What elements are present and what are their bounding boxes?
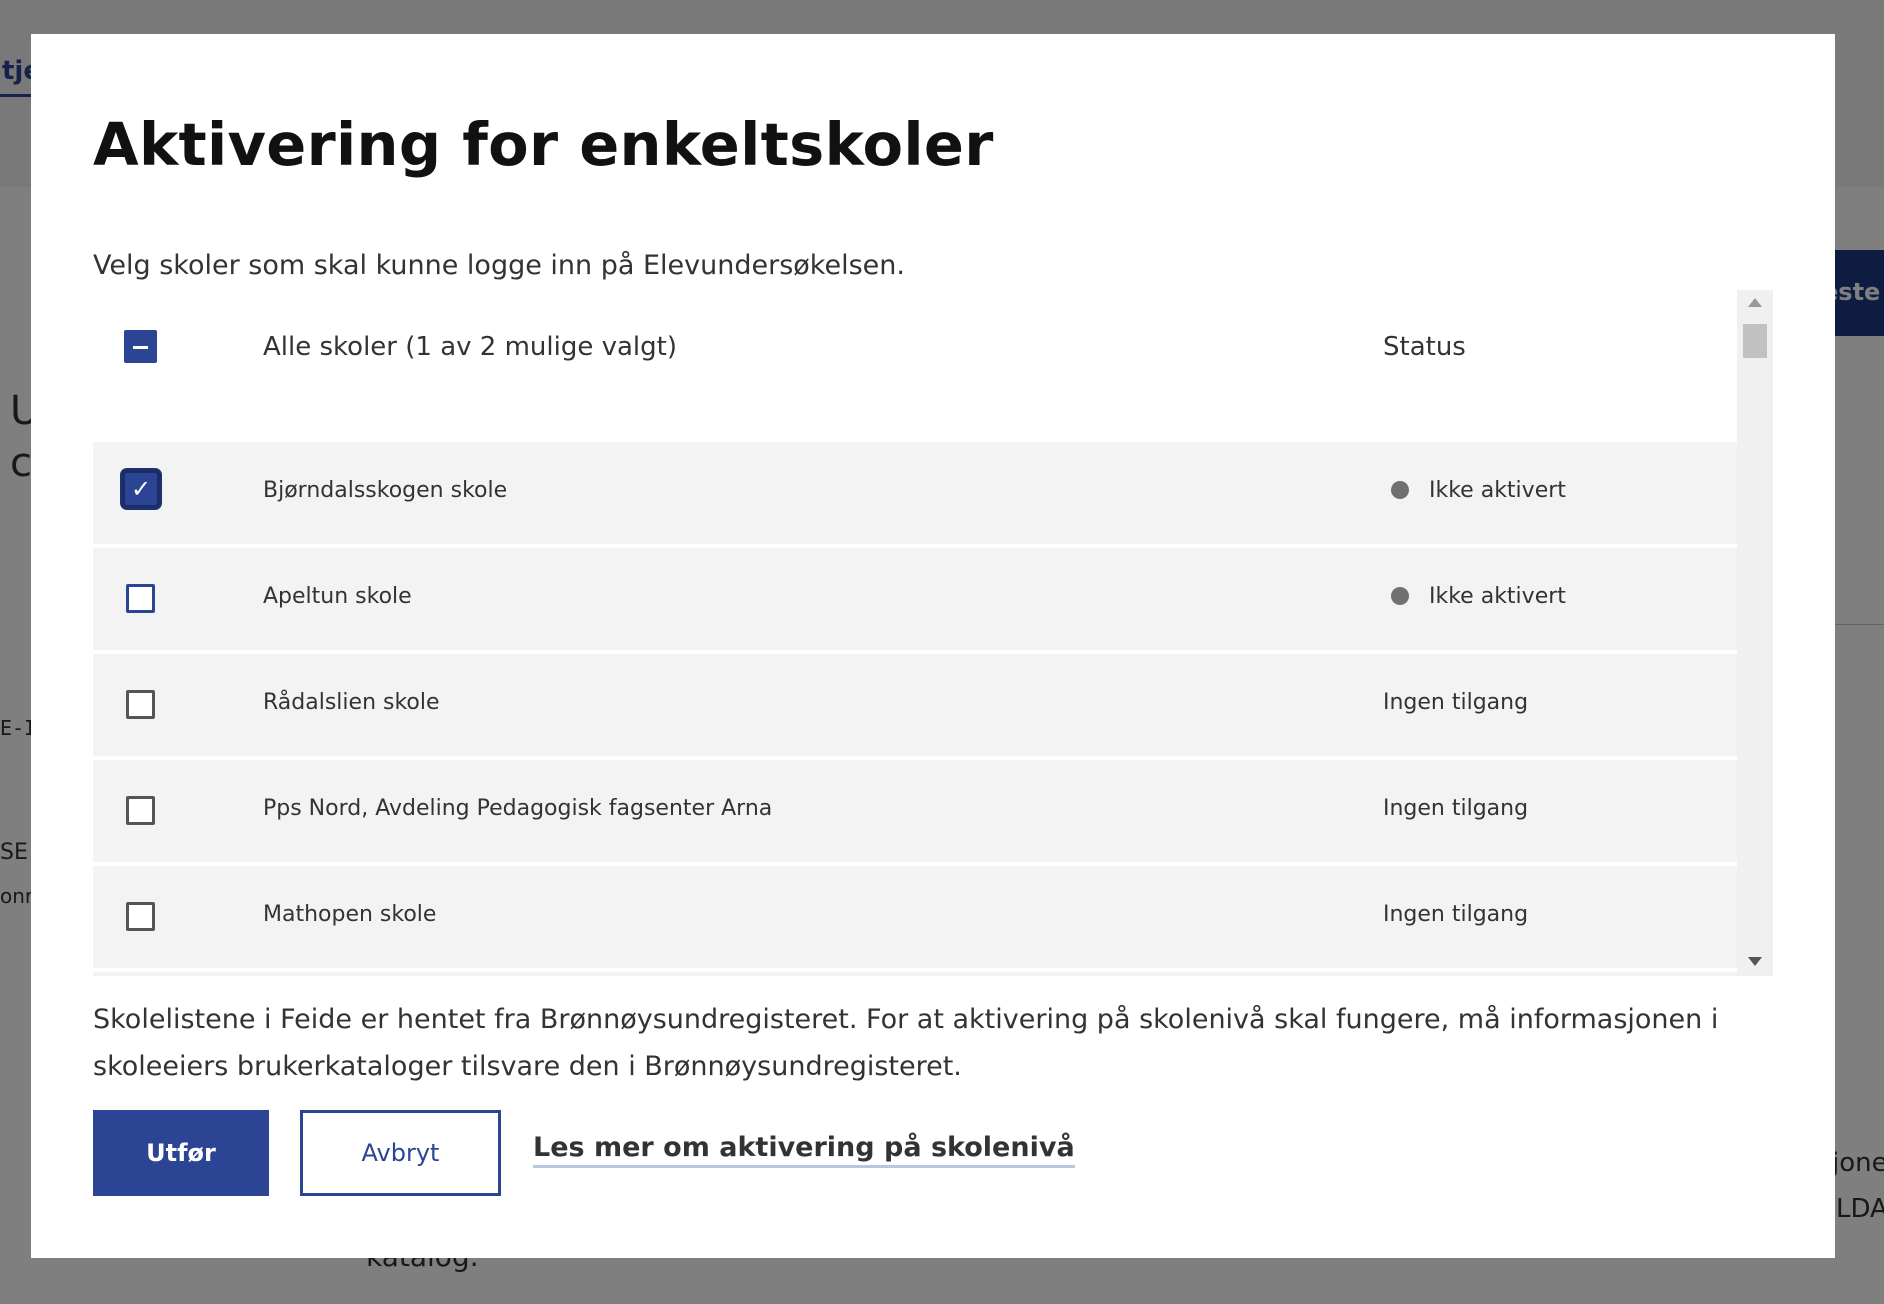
- execute-button[interactable]: Utfør: [93, 1110, 269, 1196]
- school-checkbox[interactable]: [126, 902, 155, 931]
- dialog-intro-text: Velg skoler som skal kunne logge inn på …: [93, 250, 905, 281]
- table-scrollbar[interactable]: [1737, 290, 1773, 976]
- status-text: Ikke aktivert: [1429, 584, 1566, 609]
- school-status: Ingen tilgang: [1383, 902, 1529, 927]
- scrollbar-thumb[interactable]: [1743, 324, 1767, 358]
- school-name: Pps Nord, Avdeling Pedagogisk fagsenter …: [263, 796, 773, 821]
- school-name: Apeltun skole: [263, 584, 412, 609]
- school-checkbox[interactable]: ✓: [122, 470, 160, 508]
- table-row: Apeltun skole Ikke aktivert: [93, 548, 1737, 650]
- indeterminate-icon: [133, 346, 148, 349]
- school-status: Ikke aktivert: [1383, 478, 1566, 503]
- school-name: Bjørndalsskogen skole: [263, 478, 508, 503]
- status-dot-icon: [1391, 481, 1409, 499]
- school-table: Alle skoler (1 av 2 mulige valgt) Status…: [93, 290, 1773, 976]
- school-status: Ingen tilgang: [1383, 690, 1529, 715]
- school-checkbox[interactable]: [126, 690, 155, 719]
- school-status: Ikke aktivert: [1383, 584, 1566, 609]
- school-status: Ingen tilgang: [1383, 796, 1529, 821]
- school-checkbox[interactable]: [126, 796, 155, 825]
- table-row: ✓ Bjørndalsskogen skole Ikke aktivert: [93, 442, 1737, 544]
- select-all-checkbox[interactable]: [124, 330, 157, 363]
- status-text: Ikke aktivert: [1429, 478, 1566, 503]
- table-row: Mathopen skole Ingen tilgang: [93, 866, 1737, 968]
- table-row-partial: [93, 972, 1737, 976]
- table-row: Rådalslien skole Ingen tilgang: [93, 654, 1737, 756]
- school-name: Rådalslien skole: [263, 690, 440, 715]
- school-checkbox[interactable]: [126, 584, 155, 613]
- scroll-up-arrow-icon[interactable]: [1748, 298, 1762, 307]
- dialog-title: Aktivering for enkeltskoler: [93, 110, 994, 179]
- scroll-down-arrow-icon[interactable]: [1748, 957, 1762, 966]
- select-all-label: Alle skoler (1 av 2 mulige valgt): [263, 332, 677, 362]
- checkmark-icon: ✓: [130, 475, 152, 503]
- read-more-link[interactable]: Les mer om aktivering på skolenivå: [533, 1132, 1075, 1168]
- cancel-button[interactable]: Avbryt: [300, 1110, 501, 1196]
- table-header-row: Alle skoler (1 av 2 mulige valgt) Status: [93, 290, 1737, 406]
- status-dot-icon: [1391, 587, 1409, 605]
- status-column-header: Status: [1383, 332, 1466, 362]
- activation-dialog: Aktivering for enkeltskoler Velg skoler …: [31, 34, 1835, 1258]
- info-text: Skolelistene i Feide er hentet fra Brønn…: [93, 1004, 1719, 1082]
- table-row: Pps Nord, Avdeling Pedagogisk fagsenter …: [93, 760, 1737, 862]
- school-name: Mathopen skole: [263, 902, 437, 927]
